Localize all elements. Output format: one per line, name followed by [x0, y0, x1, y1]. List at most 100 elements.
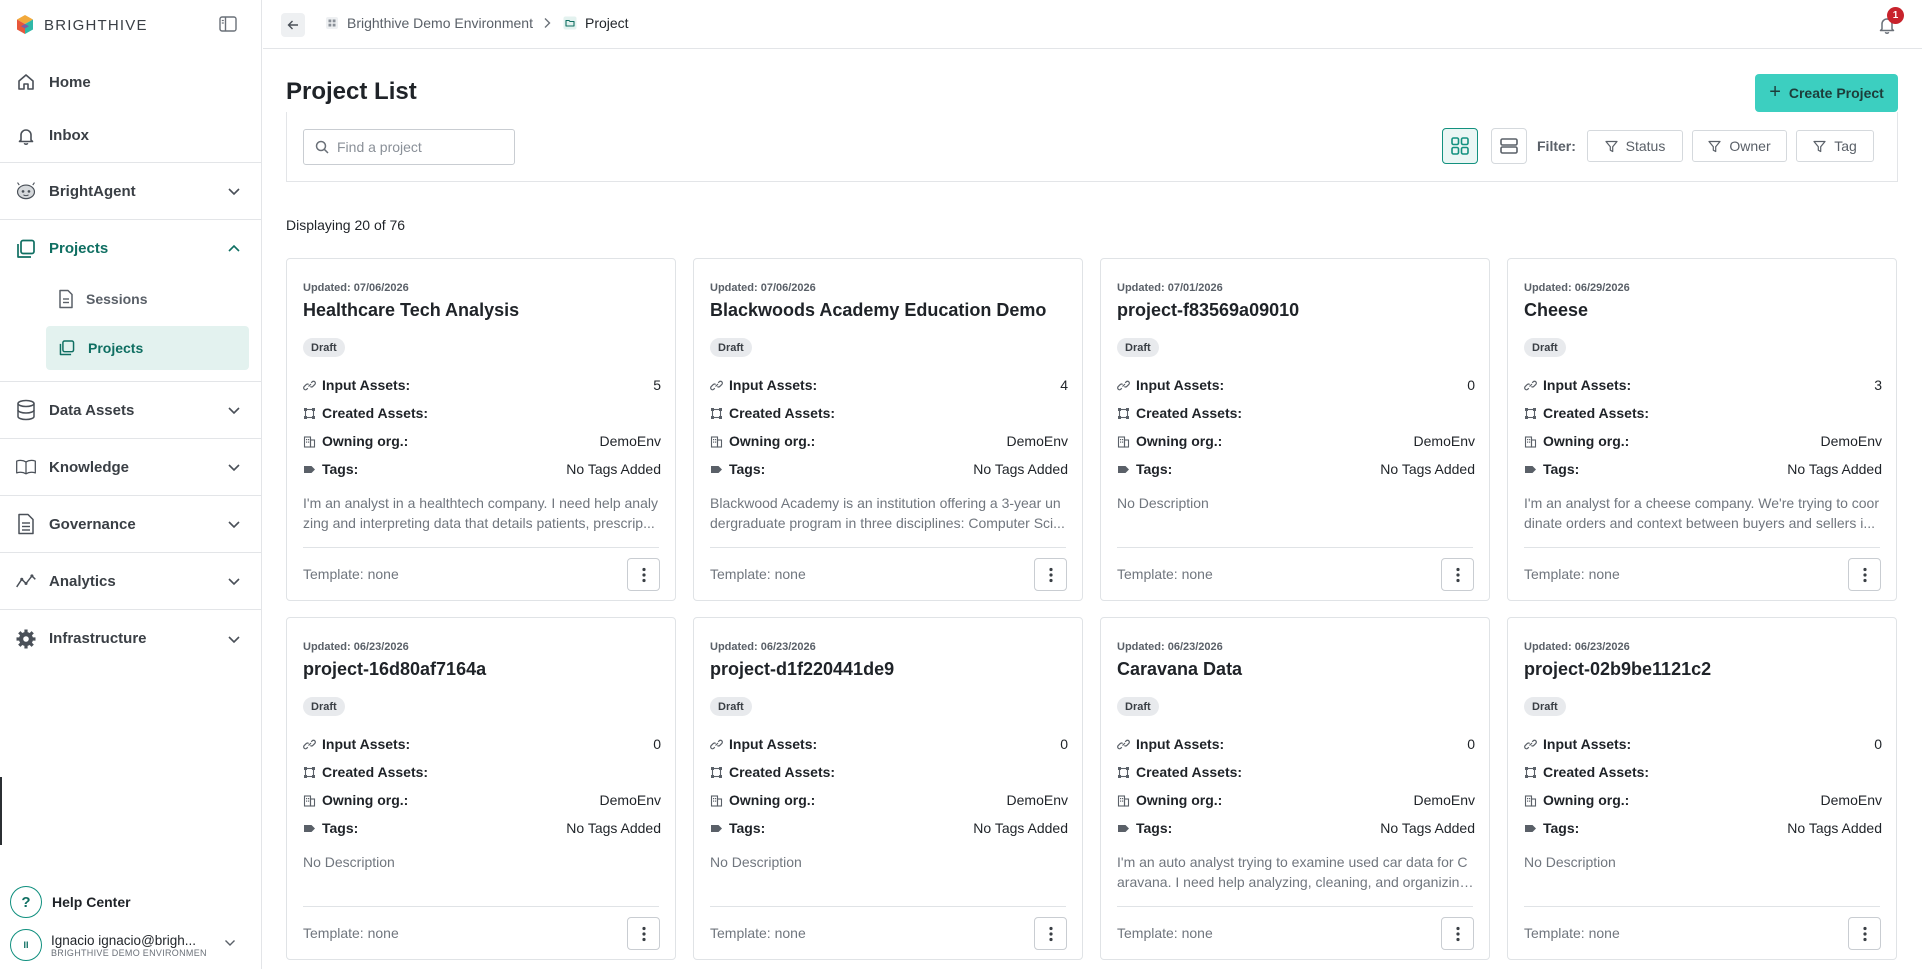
card-title[interactable]: project-16d80af7164a: [303, 659, 486, 680]
search-box[interactable]: [303, 129, 515, 165]
card-more-button[interactable]: [627, 558, 660, 591]
chevron-down-icon: [225, 940, 235, 946]
card-more-button[interactable]: [1441, 558, 1474, 591]
sidebar-item-projects[interactable]: Projects: [0, 220, 261, 277]
sidebar-item-home[interactable]: Home: [0, 55, 261, 109]
search-input[interactable]: [337, 139, 507, 155]
project-card[interactable]: Updated: 06/23/2026 project-16d80af7164a…: [286, 617, 676, 960]
card-more-button[interactable]: [1848, 917, 1881, 950]
card-more-button[interactable]: [1848, 558, 1881, 591]
project-card[interactable]: Updated: 06/23/2026 Caravana Data Draft …: [1100, 617, 1490, 960]
chevron-down-icon: [228, 464, 240, 472]
card-title[interactable]: Cheese: [1524, 300, 1588, 321]
card-title[interactable]: Caravana Data: [1117, 659, 1242, 680]
tags-row: Tags: No Tags Added: [710, 461, 1068, 477]
input-assets-value: 0: [653, 736, 661, 752]
sidebar-item-knowledge[interactable]: Knowledge: [0, 439, 261, 496]
sidebar-item-label: Knowledge: [49, 458, 130, 476]
sidebar-item-analytics[interactable]: Analytics: [0, 553, 261, 610]
card-template: Template: none: [1117, 566, 1213, 582]
card-updated-date: Updated: 06/29/2026: [1524, 282, 1630, 294]
sidebar-subitem-projects[interactable]: Projects: [46, 326, 249, 370]
filter-button-label: Status: [1625, 138, 1666, 154]
card-title[interactable]: project-02b9be1121c2: [1524, 659, 1711, 680]
bell-icon: [15, 125, 37, 147]
tags-row: Tags: No Tags Added: [303, 461, 661, 477]
filter-icon: [1708, 140, 1721, 152]
collapse-sidebar-icon[interactable]: [219, 16, 237, 32]
tags-value: No Tags Added: [566, 820, 661, 836]
owning-org-label: Owning org.:: [729, 792, 816, 808]
card-template: Template: none: [303, 925, 399, 941]
tags-value: No Tags Added: [566, 461, 661, 477]
project-card[interactable]: Updated: 07/06/2026 Blackwoods Academy E…: [693, 258, 1083, 601]
sidebar-item-data-assets[interactable]: Data Assets: [0, 382, 261, 439]
owning-org-label: Owning org.:: [729, 433, 816, 449]
project-card[interactable]: Updated: 06/23/2026 project-02b9be1121c2…: [1507, 617, 1897, 960]
input-assets-row: Input Assets: 5: [303, 377, 661, 393]
created-assets-label: Created Assets:: [729, 764, 836, 780]
card-description: No Description: [1117, 495, 1209, 511]
grid-icon: [326, 17, 338, 29]
gear-icon: [15, 628, 37, 650]
input-assets-label: Input Assets:: [322, 377, 411, 393]
user-menu[interactable]: II Ignacio ignacio@brigh... BRIGHTHIVE D…: [10, 926, 240, 964]
card-title[interactable]: Blackwoods Academy Education Demo: [710, 300, 1046, 321]
back-button[interactable]: [281, 13, 305, 37]
card-updated-date: Updated: 06/23/2026: [1524, 641, 1630, 653]
sidebar-item-infrastructure[interactable]: Infrastructure: [0, 610, 261, 667]
status-badge: Draft: [303, 697, 345, 716]
card-title[interactable]: project-d1f220441de9: [710, 659, 894, 680]
owning-org-value: DemoEnv: [1820, 792, 1882, 808]
link-icon: [710, 380, 723, 390]
owning-org-value: DemoEnv: [599, 792, 661, 808]
project-card[interactable]: Updated: 06/23/2026 project-d1f220441de9…: [693, 617, 1083, 960]
sidebar-item-brightagent[interactable]: BrightAgent: [0, 163, 261, 220]
card-more-button[interactable]: [627, 917, 660, 950]
created-assets-row: Created Assets:: [710, 405, 1068, 421]
tag-filter-button[interactable]: Tag: [1796, 130, 1874, 162]
breadcrumb-label: Brighthive Demo Environment: [347, 15, 533, 31]
created-assets-row: Created Assets:: [1117, 405, 1475, 421]
tags-label: Tags:: [322, 820, 359, 836]
owning-org-value: DemoEnv: [1413, 792, 1475, 808]
more-vertical-icon: [1048, 926, 1053, 941]
owning-org-row: Owning org.: DemoEnv: [303, 433, 661, 449]
card-more-button[interactable]: [1034, 558, 1067, 591]
card-title[interactable]: project-f83569a09010: [1117, 300, 1299, 321]
create-project-button[interactable]: + Create Project: [1755, 74, 1898, 112]
status-filter-button[interactable]: Status: [1587, 130, 1683, 162]
input-assets-value: 5: [653, 377, 661, 393]
card-updated-date: Updated: 06/23/2026: [710, 641, 816, 653]
sidebar-subitem-sessions[interactable]: Sessions: [46, 277, 249, 321]
tags-label: Tags:: [1543, 820, 1580, 836]
owning-org-label: Owning org.:: [322, 792, 409, 808]
filter-label: Filter:: [1537, 138, 1576, 154]
grid-view-button[interactable]: [1442, 128, 1478, 164]
card-more-button[interactable]: [1034, 917, 1067, 950]
card-more-button[interactable]: [1441, 917, 1474, 950]
card-description: I'm an analyst in a healthtech company. …: [303, 495, 658, 531]
project-card[interactable]: Updated: 07/01/2026 project-f83569a09010…: [1100, 258, 1490, 601]
more-vertical-icon: [641, 567, 646, 582]
owning-org-row: Owning org.: DemoEnv: [1117, 792, 1475, 808]
card-divider: [710, 547, 1066, 548]
card-template: Template: none: [710, 566, 806, 582]
project-card[interactable]: Updated: 07/06/2026 Healthcare Tech Anal…: [286, 258, 676, 601]
breadcrumb-project[interactable]: Project: [563, 15, 629, 31]
list-view-button[interactable]: [1491, 128, 1527, 164]
help-center-link[interactable]: ? Help Center: [10, 886, 131, 918]
input-assets-label: Input Assets:: [1136, 736, 1225, 752]
link-icon: [303, 739, 316, 749]
sidebar-item-governance[interactable]: Governance: [0, 496, 261, 553]
owner-filter-button[interactable]: Owner: [1692, 130, 1787, 162]
more-vertical-icon: [641, 926, 646, 941]
link-icon: [303, 380, 316, 390]
tags-value: No Tags Added: [1787, 820, 1882, 836]
project-card[interactable]: Updated: 06/29/2026 Cheese Draft Input A…: [1507, 258, 1897, 601]
brand[interactable]: BRIGHTHIVE: [14, 14, 148, 36]
sidebar-item-inbox[interactable]: Inbox: [0, 109, 261, 163]
breadcrumb-environment[interactable]: Brighthive Demo Environment: [325, 15, 533, 31]
sidebar: BRIGHTHIVE Home Inbox BrightAgent Projec…: [0, 0, 262, 969]
card-title[interactable]: Healthcare Tech Analysis: [303, 300, 519, 321]
